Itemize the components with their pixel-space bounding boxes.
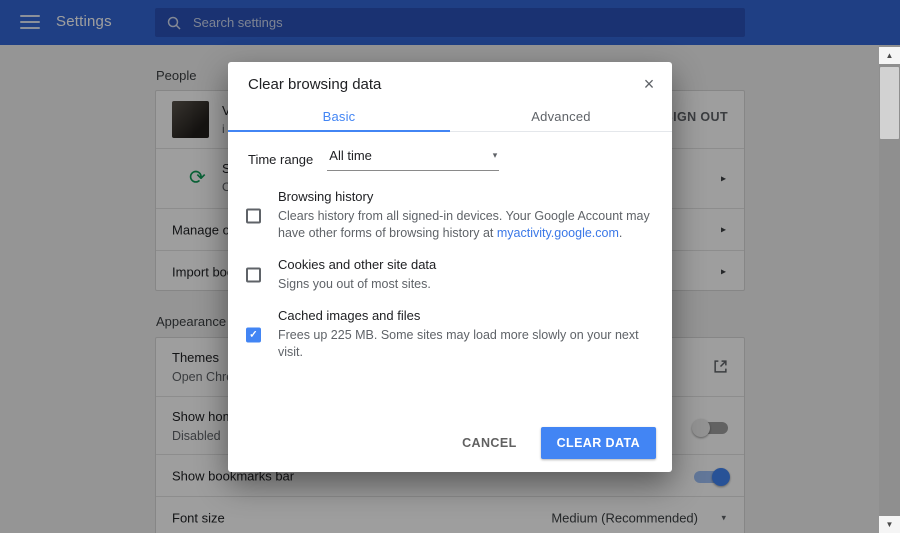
time-range-select[interactable]: All time ▾	[327, 148, 499, 171]
scrollbar-thumb[interactable]	[880, 67, 899, 139]
check-icon: ✓	[249, 329, 257, 340]
item-description: Signs you out of most sites.	[278, 276, 652, 293]
item-description: Frees up 225 MB. Some sites may load mor…	[278, 327, 652, 361]
dialog-tabs: Basic Advanced	[228, 102, 672, 132]
checkbox-row-browsing-history: Browsing history Clears history from all…	[244, 189, 652, 242]
scroll-up-button[interactable]: ▲	[879, 47, 900, 64]
tab-advanced[interactable]: Advanced	[450, 102, 672, 131]
item-title: Browsing history	[278, 189, 652, 204]
dialog-title: Clear browsing data	[248, 76, 381, 93]
tab-basic[interactable]: Basic	[228, 102, 450, 131]
item-description: Clears history from all signed-in device…	[278, 208, 652, 242]
time-range-row: Time range All time ▾	[248, 148, 652, 171]
checkbox-cached-images[interactable]: ✓	[246, 327, 261, 342]
time-range-label: Time range	[248, 152, 313, 167]
dialog-footer: CANCEL CLEAR DATA	[446, 427, 656, 459]
checkbox-row-cached-images: ✓ Cached images and files Frees up 225 M…	[244, 308, 652, 361]
chrome-settings-page: Settings People V i SIGN OUT ⟳ S O ▸ Man…	[0, 0, 900, 533]
time-range-value: All time	[329, 148, 372, 163]
dialog-body: Time range All time ▾ Browsing history C…	[228, 132, 672, 376]
item-title: Cached images and files	[278, 308, 652, 323]
checkbox-browsing-history[interactable]	[246, 208, 261, 223]
tab-advanced-label: Advanced	[531, 109, 590, 124]
clear-data-button[interactable]: CLEAR DATA	[541, 427, 656, 459]
checkbox-cookies[interactable]	[246, 268, 261, 283]
clear-browsing-data-dialog: Clear browsing data × Basic Advanced Tim…	[228, 62, 672, 472]
item-title: Cookies and other site data	[278, 257, 652, 272]
scroll-down-button[interactable]: ▼	[879, 516, 900, 533]
close-icon[interactable]: ×	[636, 71, 662, 97]
cancel-button[interactable]: CANCEL	[446, 427, 532, 459]
checkbox-row-cookies: Cookies and other site data Signs you ou…	[244, 257, 652, 293]
desc-text-end: .	[619, 226, 622, 240]
myactivity-link[interactable]: myactivity.google.com	[497, 226, 619, 240]
dropdown-caret-icon: ▾	[493, 150, 498, 161]
tab-basic-label: Basic	[323, 109, 356, 124]
scrollbar[interactable]: ▲ ▼	[879, 45, 900, 533]
